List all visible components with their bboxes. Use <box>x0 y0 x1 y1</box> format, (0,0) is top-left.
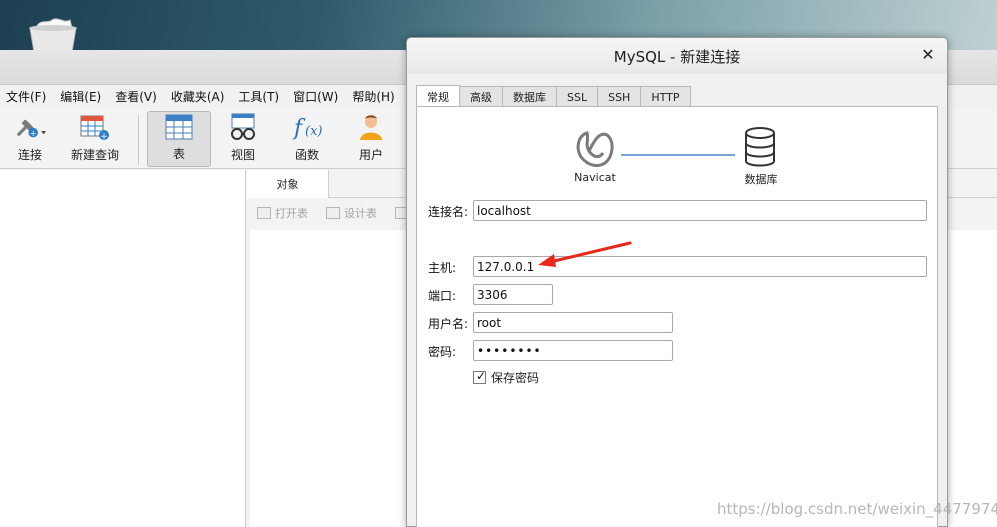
user-label: 用户 <box>358 148 383 162</box>
user-button[interactable]: 用户 <box>339 111 403 167</box>
menu-window[interactable]: 窗口(W) <box>293 88 338 105</box>
menu-edit[interactable]: 编辑(E) <box>60 88 101 105</box>
design-table-button[interactable]: 设计表 <box>326 205 377 221</box>
tab-http[interactable]: HTTP <box>640 86 691 107</box>
new-connection-dialog: MySQL - 新建连接 ✕ 常规 高级 数据库 SSL SSH HTTP Na… <box>406 37 948 527</box>
svg-text:(x): (x) <box>305 124 322 139</box>
dialog-title: MySQL - 新建连接 <box>613 47 741 66</box>
view-button[interactable]: 视图 <box>211 111 275 167</box>
navicat-logo-icon <box>576 131 614 167</box>
svg-text:f: f <box>292 116 306 141</box>
connect-label: 连接 <box>17 148 42 162</box>
menu-help[interactable]: 帮助(H) <box>352 88 394 105</box>
tab-ssl[interactable]: SSL <box>556 86 599 107</box>
close-icon[interactable]: ✕ <box>919 46 937 64</box>
tab-databases[interactable]: 数据库 <box>502 86 557 107</box>
username-input[interactable]: root <box>473 312 673 333</box>
host-label: 主机: <box>428 261 457 275</box>
tab-objects[interactable]: 对象 <box>247 170 329 198</box>
design-table-label: 设计表 <box>344 207 377 220</box>
navicat-label: Navicat <box>574 171 616 184</box>
svg-text:+: + <box>100 132 108 142</box>
connection-diagram: Navicat 数据库 <box>417 107 937 197</box>
password-label: 密码: <box>428 345 457 359</box>
username-label: 用户名: <box>428 317 469 331</box>
dialog-titlebar: MySQL - 新建连接 ✕ <box>407 38 947 74</box>
user-icon <box>355 111 387 142</box>
save-password-checkbox[interactable]: ✓ <box>473 369 487 384</box>
new-query-icon: + <box>79 111 111 142</box>
new-query-button[interactable]: + 新建查询 <box>60 111 130 167</box>
red-arrow-annotation <box>538 241 632 267</box>
database-label: 数据库 <box>744 173 778 186</box>
connection-line <box>621 154 735 156</box>
svg-text:+: + <box>30 128 37 137</box>
tab-ssh[interactable]: SSH <box>597 86 642 107</box>
connection-tree-pane[interactable] <box>0 170 246 527</box>
port-input[interactable]: 3306 <box>473 284 553 305</box>
dialog-tabs: 常规 高级 数据库 SSL SSH HTTP <box>416 85 691 107</box>
open-table-label: 打开表 <box>275 207 308 220</box>
table-label: 表 <box>172 147 185 161</box>
function-button[interactable]: f (x) 函数 <box>275 111 339 167</box>
tab-advanced[interactable]: 高级 <box>459 86 503 107</box>
menu-favorites[interactable]: 收藏夹(A) <box>171 88 225 105</box>
password-input[interactable]: •••••••• <box>473 340 673 361</box>
general-panel: Navicat 数据库 连接名: localhost 主机: 127.0.0.1… <box>416 106 938 527</box>
menu-tools[interactable]: 工具(T) <box>238 88 279 105</box>
toolbar-divider <box>138 115 139 165</box>
database-icon <box>745 127 775 167</box>
function-icon: f (x) <box>291 111 323 142</box>
connect-button[interactable]: + 连接 <box>0 111 60 167</box>
view-icon <box>227 111 259 142</box>
menu-file[interactable]: 文件(F) <box>6 88 46 105</box>
design-table-icon <box>326 207 340 219</box>
tab-general[interactable]: 常规 <box>416 85 460 107</box>
open-table-icon <box>257 207 271 219</box>
open-table-button[interactable]: 打开表 <box>257 205 308 221</box>
checkmark-icon: ✓ <box>476 369 487 383</box>
connection-name-input[interactable]: localhost <box>473 200 927 221</box>
table-button[interactable]: 表 <box>147 111 211 167</box>
new-query-label: 新建查询 <box>70 148 119 162</box>
view-label: 视图 <box>230 148 255 162</box>
function-label: 函数 <box>294 148 319 162</box>
table-icon <box>163 112 195 141</box>
plug-icon: + <box>14 111 46 142</box>
save-password-label: 保存密码 <box>491 371 540 385</box>
connection-name-label: 连接名: <box>428 205 469 219</box>
menu-view[interactable]: 查看(V) <box>115 88 157 105</box>
watermark: https://blog.csdn.net/weixin_44779745 <box>717 500 997 518</box>
port-label: 端口: <box>428 289 457 303</box>
trash-icon[interactable] <box>22 18 84 52</box>
save-password-row[interactable]: ✓ 保存密码 <box>473 369 539 386</box>
